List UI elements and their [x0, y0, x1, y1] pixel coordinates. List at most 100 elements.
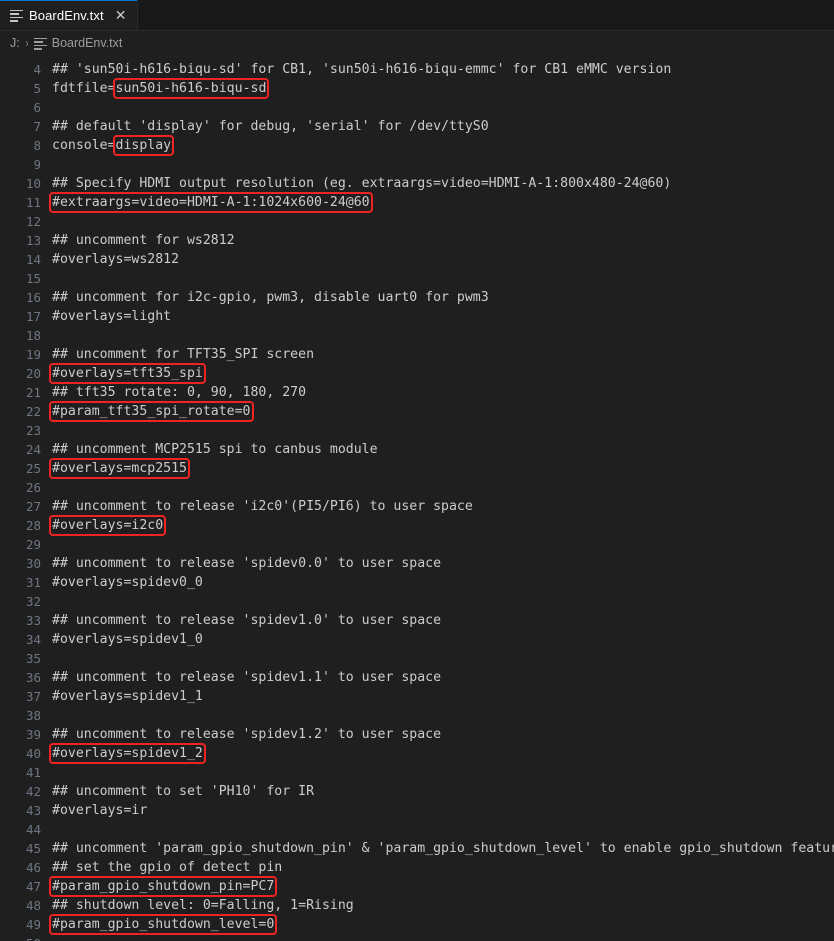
line-text[interactable]: ## tft35 rotate: 0, 90, 180, 270	[41, 385, 306, 400]
line-text[interactable]: ## default 'display' for debug, 'serial'…	[41, 119, 489, 134]
line-text[interactable]: fdtfile=sun50i-h616-biqu-sd	[41, 78, 270, 99]
line-number: 23	[25, 423, 41, 438]
code-line: 20 #overlays=tft35_spi	[0, 363, 834, 384]
line-number: 29	[25, 537, 41, 552]
line-number: 50	[0, 936, 41, 941]
line-text[interactable]: ## uncomment 'param_gpio_shutdown_pin' &…	[41, 841, 834, 856]
line-text[interactable]: #overlays=spidev1_0	[41, 632, 203, 647]
line-number: 15	[25, 271, 41, 286]
line-text[interactable]: #overlays=i2c0	[41, 515, 167, 536]
line-number: 46	[25, 860, 41, 875]
line-text-plain: #overlays=spidev0_0	[52, 575, 203, 590]
line-text[interactable]: ## uncomment to release 'spidev1.0' to u…	[41, 613, 441, 628]
breadcrumb-file-label: BoardEnv.txt	[51, 36, 123, 50]
line-text[interactable]: ## Specify HDMI output resolution (eg. e…	[41, 176, 671, 191]
line-number: 40	[25, 746, 41, 761]
line-text[interactable]: #overlays=spidev1_1	[41, 689, 203, 704]
code-line: 17 #overlays=light	[0, 307, 834, 326]
line-text[interactable]: #overlays=ir	[41, 803, 147, 818]
line-text-plain: #overlays=spidev1_0	[52, 632, 203, 647]
line-text[interactable]: ## uncomment to release 'i2c0'(PI5/PI6) …	[41, 499, 473, 514]
line-number: 22	[25, 404, 41, 419]
code-line: 31 #overlays=spidev0_0	[0, 573, 834, 592]
code-line: 34 #overlays=spidev1_0	[0, 630, 834, 649]
line-text-plain: ## uncomment MCP2515 spi to canbus modul…	[52, 442, 378, 457]
line-text-plain: ## uncomment 'param_gpio_shutdown_pin' &…	[52, 841, 834, 856]
highlight-box: display	[112, 135, 175, 156]
highlight-box: #param_tft35_spi_rotate=0	[49, 401, 254, 422]
code-line: 9	[0, 155, 834, 174]
line-text[interactable]: ## uncomment to release 'spidev1.2' to u…	[41, 727, 441, 742]
highlight-box: #extraargs=video=HDMI-A-1:1024x600-24@60	[49, 192, 373, 213]
code-line: 10 ## Specify HDMI output resolution (eg.…	[0, 174, 834, 193]
line-number: 36	[25, 670, 41, 685]
line-text[interactable]: #param_tft35_spi_rotate=0	[41, 401, 254, 422]
code-line: 7 ## default 'display' for debug, 'serial…	[0, 117, 834, 136]
breadcrumb-item-drive[interactable]: J:	[10, 36, 20, 50]
line-text-plain: ## uncomment to release 'spidev0.0' to u…	[52, 556, 442, 571]
code-line: 49 #param_gpio_shutdown_level=0	[0, 914, 834, 935]
code-line: 24 ## uncomment MCP2515 spi to canbus mod…	[0, 440, 834, 459]
code-line: 45 ## uncomment 'param_gpio_shutdown_pin'…	[0, 839, 834, 858]
line-number: 48	[25, 898, 41, 913]
line-text[interactable]: ## uncomment for i2c-gpio, pwm3, disable…	[41, 290, 489, 305]
code-line: 19 ## uncomment for TFT35_SPI screen	[0, 345, 834, 364]
tab-boardenv-txt[interactable]: BoardEnv.txt ✕	[0, 0, 138, 30]
line-number: 42	[25, 784, 41, 799]
line-number: 26	[25, 480, 41, 495]
line-text[interactable]: ## uncomment to release 'spidev0.0' to u…	[41, 556, 441, 571]
line-text[interactable]: console=display	[41, 135, 175, 156]
line-number: 39	[25, 727, 41, 742]
line-text[interactable]: ## uncomment for ws2812	[41, 233, 235, 248]
code-line: 30 ## uncomment to release 'spidev0.0' to…	[0, 554, 834, 573]
editor-window: BoardEnv.txt ✕ J: › BoardEnv.txt 34## 's…	[0, 0, 834, 941]
code-lines-container: 34## 'sun50i-h616-biqu-sd' for CB1, 'sun…	[0, 55, 834, 941]
highlight-box: #param_gpio_shutdown_level=0	[48, 914, 278, 935]
line-text-plain: ## uncomment to release 'spidev1.1' to u…	[52, 670, 442, 685]
line-text[interactable]: ## uncomment to set 'PH10' for IR	[41, 784, 314, 799]
code-line: 11 #extraargs=video=HDMI-A-1:1024x600-24@…	[0, 192, 834, 213]
line-text[interactable]: #overlays=spidev1_2	[41, 743, 206, 764]
line-text[interactable]: #param_gpio_shutdown_pin=PC7	[41, 876, 278, 897]
line-text[interactable]: #overlays=ws2812	[41, 252, 179, 267]
line-text[interactable]: #overlays=tft35_spi	[41, 363, 206, 384]
code-line: 35	[0, 649, 834, 668]
code-line: 39 ## uncomment to release 'spidev1.2' to…	[0, 725, 834, 744]
line-number: 44	[25, 822, 41, 837]
code-editor[interactable]: 34## 'sun50i-h616-biqu-sd' for CB1, 'sun…	[0, 55, 834, 941]
line-text[interactable]: #overlays=light	[41, 309, 171, 324]
code-line: 15	[0, 269, 834, 288]
line-number: 12	[25, 214, 41, 229]
line-text[interactable]: #overlays=spidev0_0	[41, 575, 203, 590]
line-number: 49	[25, 917, 41, 932]
line-text[interactable]: #extraargs=video=HDMI-A-1:1024x600-24@60	[41, 192, 373, 213]
highlight-box: #overlays=mcp2515	[49, 458, 190, 479]
code-line: 46 ## set the gpio of detect pin	[0, 858, 834, 877]
line-text[interactable]: #param_gpio_shutdown_level=0	[41, 914, 278, 935]
line-number: 35	[25, 651, 41, 666]
line-number: 24	[25, 442, 41, 457]
code-line: 4 ## 'sun50i-h616-biqu-sd' for CB1, 'sun5…	[0, 60, 834, 79]
breadcrumb-item-file[interactable]: BoardEnv.txt	[33, 36, 123, 50]
line-text[interactable]: ## uncomment for TFT35_SPI screen	[41, 347, 314, 362]
code-line: 38	[0, 706, 834, 725]
code-line: 50	[0, 934, 834, 941]
line-text[interactable]: ## uncomment to release 'spidev1.1' to u…	[41, 670, 441, 685]
line-text[interactable]: #overlays=mcp2515	[41, 458, 190, 479]
line-number: 45	[25, 841, 41, 856]
line-text-plain: ## set the gpio of detect pin	[52, 860, 283, 875]
line-number: 31	[25, 575, 41, 590]
close-icon[interactable]: ✕	[114, 8, 128, 22]
line-text[interactable]: ## 'sun50i-h616-biqu-sd' for CB1, 'sun50…	[41, 62, 671, 77]
code-line: 29	[0, 535, 834, 554]
line-text[interactable]: ## shutdown level: 0=Falling, 1=Rising	[41, 898, 354, 913]
code-line: 43 #overlays=ir	[0, 801, 834, 820]
line-text[interactable]: ## set the gpio of detect pin	[41, 860, 282, 875]
code-line: 28 #overlays=i2c0	[0, 515, 834, 536]
line-text[interactable]: ## uncomment MCP2515 spi to canbus modul…	[41, 442, 378, 457]
line-text-plain: #overlays=ir	[52, 803, 148, 818]
line-text-plain: fdtfile=	[52, 81, 116, 96]
code-line: 40 #overlays=spidev1_2	[0, 743, 834, 764]
highlight-box: #overlays=i2c0	[48, 515, 167, 536]
code-line: 26	[0, 478, 834, 497]
